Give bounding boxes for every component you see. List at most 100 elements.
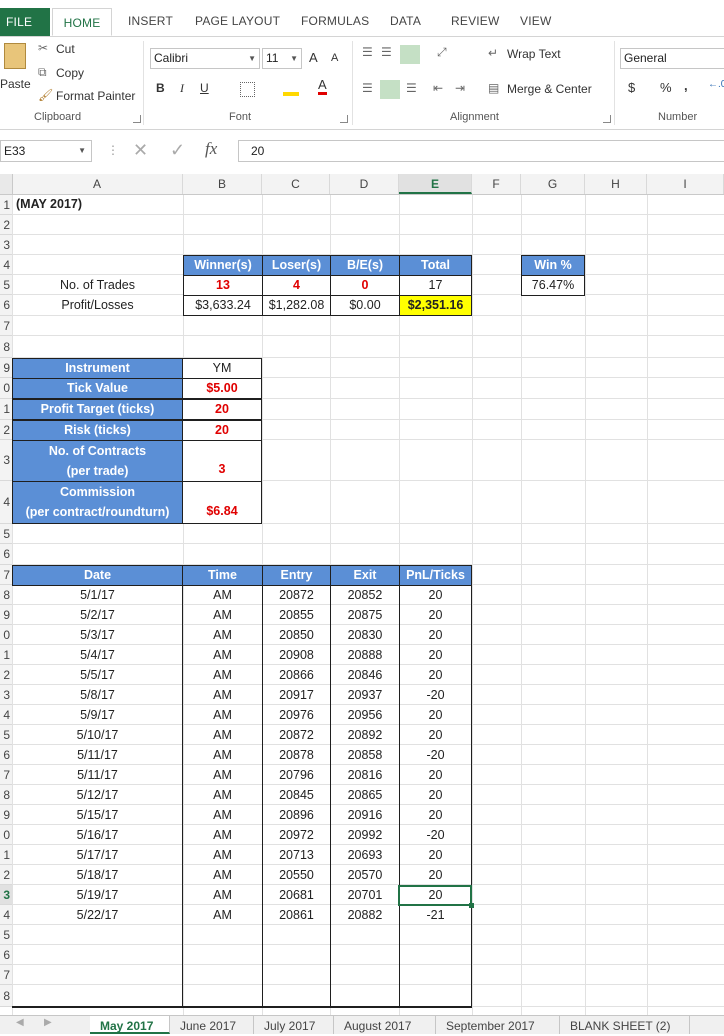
- row-header[interactable]: 2: [0, 420, 12, 440]
- trade-date[interactable]: 5/3/17: [12, 625, 183, 645]
- trade-exit[interactable]: 20937: [331, 685, 399, 705]
- pnl-total[interactable]: $2,351.16: [399, 295, 472, 316]
- pnl-breakeven[interactable]: $0.00: [330, 295, 400, 316]
- comma-button[interactable]: ,: [684, 78, 688, 93]
- row-header[interactable]: 6: [0, 745, 12, 765]
- trade-pnl[interactable]: 20: [400, 605, 471, 625]
- trade-exit[interactable]: 20865: [331, 785, 399, 805]
- bold-button[interactable]: B: [156, 81, 165, 95]
- trade-time[interactable]: AM: [183, 725, 262, 745]
- trade-entry[interactable]: 20550: [263, 865, 330, 885]
- profit-target-label[interactable]: Profit Target (ticks): [12, 399, 183, 420]
- trade-pnl[interactable]: 20: [400, 705, 471, 725]
- trades-label[interactable]: No. of Trades: [12, 276, 183, 296]
- trade-pnl[interactable]: 20: [400, 805, 471, 825]
- table-header-date[interactable]: Date: [12, 565, 183, 586]
- row-header[interactable]: 5: [0, 524, 12, 544]
- row-header[interactable]: 6: [0, 295, 12, 316]
- trade-exit[interactable]: 20892: [331, 725, 399, 745]
- column-header-a[interactable]: A: [12, 174, 183, 194]
- row-header[interactable]: 4: [0, 705, 12, 725]
- row-header[interactable]: 5: [0, 725, 12, 745]
- tab-home[interactable]: HOME: [52, 8, 112, 36]
- merge-center-icon[interactable]: ▤: [488, 81, 499, 95]
- font-name-select[interactable]: Calibri ▼: [150, 48, 260, 69]
- grow-font-button[interactable]: A: [309, 50, 318, 65]
- trade-time[interactable]: AM: [183, 845, 262, 865]
- formula-input[interactable]: 20: [238, 140, 724, 162]
- cut-icon[interactable]: ✂: [38, 41, 48, 55]
- trade-exit[interactable]: 20570: [331, 865, 399, 885]
- align-left-icon[interactable]: ☰: [362, 81, 373, 95]
- trade-pnl[interactable]: -20: [400, 825, 471, 845]
- row-header[interactable]: 3: [0, 235, 12, 255]
- trade-pnl[interactable]: 20: [400, 725, 471, 745]
- tab-formulas[interactable]: FORMULAS: [301, 14, 369, 28]
- trade-time[interactable]: AM: [183, 665, 262, 685]
- trade-entry[interactable]: 20917: [263, 685, 330, 705]
- trades-total[interactable]: 17: [399, 275, 472, 296]
- trade-entry[interactable]: 20850: [263, 625, 330, 645]
- trade-time[interactable]: AM: [183, 605, 262, 625]
- copy-button[interactable]: Copy: [56, 66, 84, 80]
- sheet-tab-august-2017[interactable]: August 2017: [334, 1016, 436, 1034]
- trade-exit[interactable]: 20701: [331, 885, 399, 905]
- font-size-select[interactable]: 11 ▼: [262, 48, 302, 69]
- align-right-icon[interactable]: ☰: [406, 81, 417, 95]
- tick-value[interactable]: $5.00: [182, 378, 262, 399]
- trades-winners[interactable]: 13: [183, 275, 263, 296]
- trade-pnl[interactable]: 20: [400, 665, 471, 685]
- trades-breakeven[interactable]: 0: [330, 275, 400, 296]
- tab-view[interactable]: VIEW: [520, 14, 551, 28]
- tab-insert[interactable]: INSERT: [128, 14, 173, 28]
- contracts-label[interactable]: No. of Contracts (per trade): [12, 440, 183, 482]
- active-cell-selection[interactable]: [398, 885, 472, 906]
- trade-entry[interactable]: 20713: [263, 845, 330, 865]
- trade-date[interactable]: 5/17/17: [12, 845, 183, 865]
- risk-label[interactable]: Risk (ticks): [12, 420, 183, 441]
- trade-entry[interactable]: 20845: [263, 785, 330, 805]
- row-header[interactable]: 4: [0, 905, 12, 925]
- trade-exit[interactable]: 20888: [331, 645, 399, 665]
- sheet-tab-may-2017[interactable]: May 2017: [90, 1016, 170, 1034]
- table-header-entry[interactable]: Entry: [262, 565, 331, 586]
- trade-pnl[interactable]: 20: [400, 625, 471, 645]
- trade-time[interactable]: AM: [183, 825, 262, 845]
- row-header[interactable]: 8: [0, 585, 12, 605]
- paste-icon[interactable]: [4, 43, 26, 69]
- trade-exit[interactable]: 20875: [331, 605, 399, 625]
- row-header[interactable]: 1: [0, 399, 12, 420]
- pnl-winners[interactable]: $3,633.24: [183, 295, 263, 316]
- trade-pnl[interactable]: 20: [400, 585, 471, 605]
- trade-date[interactable]: 5/11/17: [12, 765, 183, 785]
- sheet-tab-blank-sheet-2[interactable]: BLANK SHEET (2): [560, 1016, 690, 1034]
- trade-exit[interactable]: 20916: [331, 805, 399, 825]
- insert-function-button[interactable]: fx: [205, 139, 217, 159]
- trade-time[interactable]: AM: [183, 745, 262, 765]
- tick-value-label[interactable]: Tick Value: [12, 378, 183, 399]
- currency-button[interactable]: $: [628, 80, 635, 95]
- number-format-select[interactable]: General: [620, 48, 724, 69]
- column-header-h[interactable]: H: [585, 174, 647, 194]
- italic-button[interactable]: I: [180, 81, 184, 96]
- align-bottom-icon[interactable]: [400, 45, 420, 64]
- cut-button[interactable]: Cut: [56, 42, 75, 56]
- trade-pnl[interactable]: -20: [400, 745, 471, 765]
- row-header[interactable]: 1: [0, 645, 12, 665]
- trade-date[interactable]: 5/8/17: [12, 685, 183, 705]
- wrap-text-icon[interactable]: ↵: [488, 46, 498, 60]
- trade-exit[interactable]: 20852: [331, 585, 399, 605]
- trade-time[interactable]: AM: [183, 705, 262, 725]
- trade-date[interactable]: 5/12/17: [12, 785, 183, 805]
- underline-button[interactable]: U: [200, 81, 209, 95]
- enter-icon[interactable]: ✓: [170, 140, 185, 161]
- align-top-icon[interactable]: ☰: [362, 45, 373, 59]
- row-header[interactable]: 6: [0, 544, 12, 565]
- trade-entry[interactable]: 20908: [263, 645, 330, 665]
- win-percent-header[interactable]: Win %: [521, 255, 585, 276]
- trade-time[interactable]: AM: [183, 645, 262, 665]
- row-header[interactable]: 4: [0, 481, 12, 524]
- trade-date[interactable]: 5/2/17: [12, 605, 183, 625]
- trade-date[interactable]: 5/5/17: [12, 665, 183, 685]
- trade-date[interactable]: 5/1/17: [12, 585, 183, 605]
